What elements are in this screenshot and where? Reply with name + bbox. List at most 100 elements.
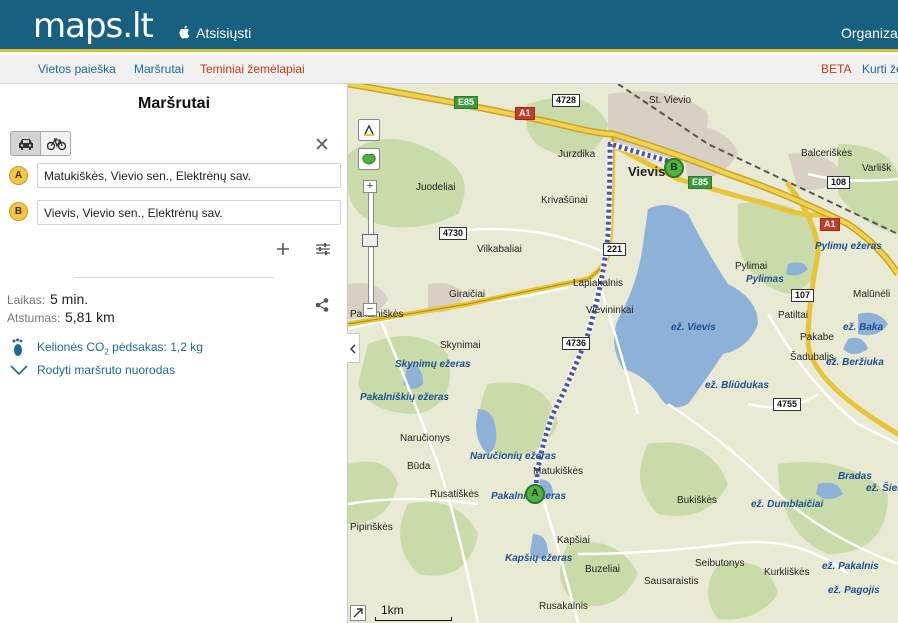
water-label: ež. Vievis [671, 322, 716, 333]
point-b-marker: B [9, 202, 28, 221]
place-label: Krivašūnai [541, 195, 588, 206]
water-label: Bradas [838, 471, 872, 482]
place-label: Jurzdika [558, 149, 596, 160]
place-label: Vilkabaliai [477, 244, 522, 255]
nav-place-search[interactable]: Vietos paieška [38, 62, 116, 76]
distance-value: 5,81 km [65, 309, 115, 325]
place-label: Balceriškės [801, 148, 853, 159]
water-label: Skynimų ežeras [395, 359, 471, 370]
water-label: ež. Pagojis [828, 585, 880, 596]
bicycle-icon [47, 138, 66, 151]
place-label: Bukiškės [677, 495, 718, 506]
logo[interactable]: maps.lt [33, 6, 154, 46]
place-label: Pakabe [800, 332, 834, 343]
place-label: Rusakalnis [539, 601, 588, 612]
place-label: Vievininkai [586, 305, 634, 316]
road-shield-e85: E85 [454, 96, 479, 109]
car-icon [19, 139, 33, 150]
water-label: ež. Baka [843, 322, 884, 333]
road-shield-107: 107 [791, 289, 815, 302]
route-marker-a[interactable]: A [525, 484, 545, 504]
download-link[interactable]: Atsisiųsti [196, 25, 251, 41]
ruler-icon [364, 124, 374, 136]
time-value: 5 min. [50, 291, 89, 307]
place-label: Juodeliai [416, 182, 456, 193]
co2-footprint: Kelionės CO2 pėdsakas: 1,2 kg [37, 340, 203, 357]
place-label: Naručionys [400, 433, 451, 444]
mode-car-button[interactable] [10, 131, 41, 156]
road-shield-a1: A1 [515, 107, 535, 120]
road-shield-221: 221 [603, 243, 627, 256]
chevron-down-icon[interactable] [10, 364, 28, 376]
mode-bicycle-button[interactable] [40, 131, 71, 156]
beta-badge: BETA [821, 62, 852, 76]
water-label: Pakalniškių ežeras [360, 392, 449, 403]
place-label: Skynimai [440, 340, 481, 351]
nav-routes[interactable]: Maršrutai [134, 62, 184, 76]
place-label: Patiltai [778, 310, 809, 321]
scale-label: 1km [381, 603, 404, 617]
share-icon[interactable] [314, 297, 330, 313]
apple-icon[interactable] [178, 25, 190, 39]
close-icon[interactable] [314, 136, 330, 152]
water-label: Pylimų ežeras [815, 241, 882, 252]
road-shield-4730: 4730 [439, 227, 468, 240]
zoom-out-button[interactable]: − [363, 303, 377, 316]
place-label: St. Vievio [649, 95, 692, 106]
place-label: Pipiriškės [350, 522, 393, 533]
map-layers-icon [362, 153, 376, 165]
place-label: Būda [407, 461, 431, 472]
road-shield-4736: 4736 [562, 337, 591, 350]
map-view[interactable]: St. Vievio Jurzdika Vievis Juodeliai Kri… [348, 84, 898, 623]
place-label: Rusatiškės [430, 489, 479, 500]
place-label: Lapiakalnis [573, 278, 624, 289]
place-label: Giraičiai [449, 289, 486, 300]
organization-link[interactable]: Organiza [841, 25, 898, 41]
water-label: ež. Šieme [866, 483, 898, 494]
town-label: Vievis [628, 164, 666, 179]
place-label: Malūnėli [853, 289, 891, 300]
water-label: Pylimas [746, 274, 784, 285]
road-shield-108: 108 [827, 176, 851, 189]
water-label: ež. Beržiuka [826, 357, 884, 368]
road-shield-e85: E85 [688, 176, 713, 189]
app-header: maps.lt Atsisiųsti Organiza [0, 0, 898, 52]
route-options-icon[interactable] [315, 241, 331, 257]
nav-bar: Vietos paieška Maršrutai Teminiai žemėla… [0, 55, 898, 84]
water-label: Kapšių ežeras [505, 553, 573, 564]
point-a-marker: A [9, 166, 28, 185]
place-label: Buzeliai [585, 564, 621, 575]
show-directions-link[interactable]: Rodyti maršruto nuorodas [37, 363, 175, 377]
measure-tool-button[interactable] [358, 119, 380, 141]
route-end-input[interactable]: Vievis, Vievio sen., Elektrėnų sav. [37, 200, 341, 225]
route-start-input[interactable]: Matukiškės, Vievio sen., Elektrėnų sav. [37, 163, 341, 188]
zoom-handle[interactable] [362, 234, 378, 247]
route-panel: Maršrutai A Matukiškės, Vievio sen., Ele… [0, 84, 348, 623]
place-label: Pylimai [735, 261, 768, 272]
time-label: Laikas: [7, 293, 46, 307]
road-shield-a1: A1 [820, 218, 840, 231]
nav-thematic-maps[interactable]: Teminiai žemėlapiai [200, 62, 305, 76]
zoom-in-button[interactable]: + [363, 180, 377, 193]
nav-create-map[interactable]: Kurti že [862, 62, 898, 76]
footprint-icon [12, 338, 23, 356]
collapse-panel-button[interactable] [347, 333, 360, 363]
place-label: Varlišk [862, 163, 892, 174]
panel-title: Maršrutai [137, 95, 211, 112]
expand-icon[interactable] [350, 605, 366, 621]
water-label: ež. Bliūdukas [705, 380, 769, 391]
route-marker-b[interactable]: B [664, 158, 684, 178]
place-label: Kapšiai [557, 535, 590, 546]
road-shield-4755: 4755 [773, 398, 802, 411]
place-label: Kurkliškės [764, 567, 810, 578]
chevron-left-icon [350, 344, 356, 354]
add-point-icon[interactable] [276, 242, 290, 256]
place-label: Seibutonys [695, 558, 745, 569]
layers-button[interactable] [358, 148, 380, 170]
distance-label: Atstumas: [7, 311, 61, 325]
road-shield-4728: 4728 [552, 94, 581, 107]
place-label: Sausaraistis [644, 576, 699, 587]
place-label: Matukiškės [533, 466, 584, 477]
water-label: Naručionių ežeras [470, 451, 557, 462]
water-label: ež. Pakalnis [822, 561, 879, 572]
